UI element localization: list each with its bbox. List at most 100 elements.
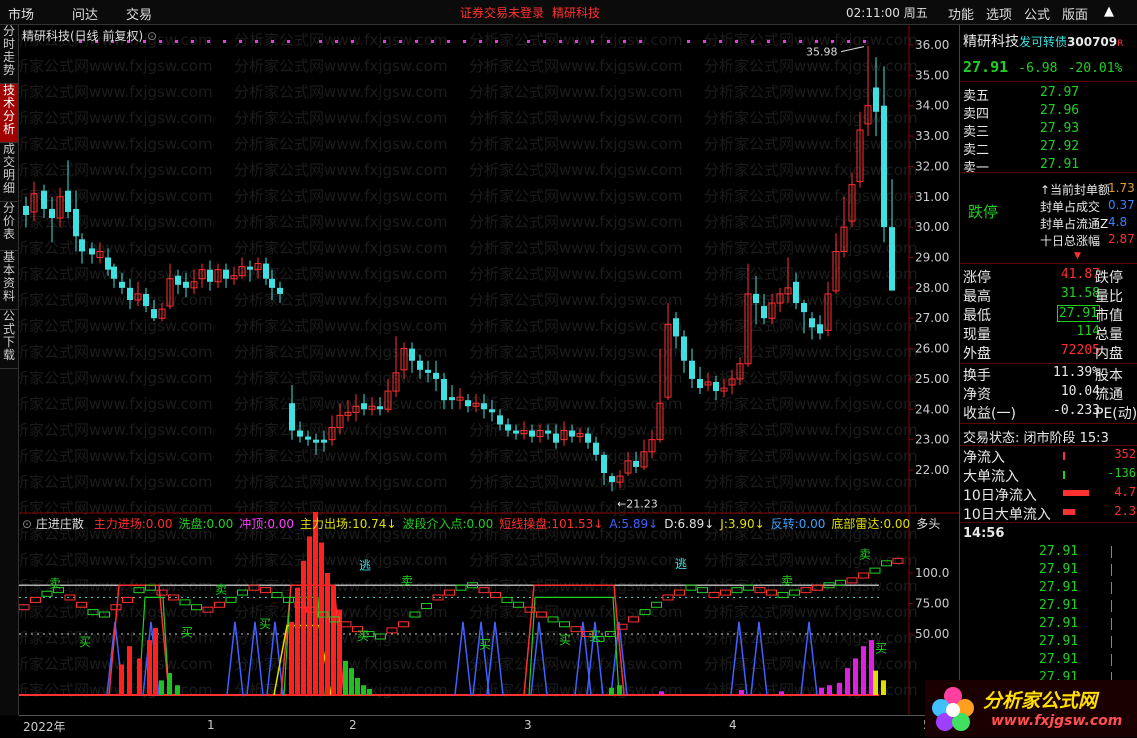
buy-signal: 买 — [875, 641, 887, 655]
price-axis-label: 28.00 — [915, 281, 949, 295]
sell-signal: 卖 — [49, 577, 61, 591]
menu-layout[interactable]: 版面 — [1062, 4, 1088, 23]
menu-market[interactable]: 市场 — [8, 4, 34, 23]
chart-menu-icon[interactable]: ⊙ — [147, 29, 157, 43]
stock-name: 精研科技发可转债300709R — [963, 31, 1123, 51]
watermark-text: 分析家公式网www.fxjgsw.com — [234, 239, 448, 257]
candle-body-down — [713, 382, 719, 391]
stat-row: 最高 31.58 量比 — [963, 286, 1137, 306]
menu-options[interactable]: 选项 — [986, 4, 1012, 23]
tab-intraday[interactable]: 分时走势 — [0, 25, 18, 84]
watermark-text: 分析家公式网www.fxjgsw.com — [469, 551, 683, 569]
indicator-value: 洗盘:0.00 — [179, 517, 234, 531]
login-notice[interactable]: 证券交易未登录 — [460, 4, 544, 21]
signal-dot — [767, 40, 770, 43]
signal-dot — [543, 40, 546, 43]
tab-basic-info[interactable]: 基本资料 — [0, 251, 18, 310]
candle-body-down — [175, 276, 181, 285]
signal-dot — [735, 40, 738, 43]
ask-row[interactable]: 卖四 27.96 — [963, 103, 1133, 122]
candle-body-down — [277, 288, 283, 294]
wash-bar — [361, 685, 366, 695]
watermark-text: 分析家公式网www.fxjgsw.com — [234, 57, 448, 75]
tab-technical[interactable]: 技术分析 — [0, 84, 18, 143]
candlestick-chart[interactable]: 分析家公式网www.fxjgsw.com 分析家公式网www.fxjgsw.com… — [19, 25, 959, 715]
indicator-menu-icon[interactable]: ⊙ — [22, 517, 32, 531]
indicator-value: 短线操盘:101.53↓ — [499, 517, 603, 531]
watermark-text: 分析家公式网www.fxjgsw.com — [704, 447, 918, 465]
tab-price-table[interactable]: 分价表 — [0, 202, 18, 251]
top-bar — [845, 668, 850, 695]
price-axis-label: 24.00 — [915, 402, 949, 416]
expand-icon[interactable]: ▼ — [1074, 251, 1081, 261]
x-label-month: 1 — [207, 718, 215, 732]
buy-signal: 买 — [559, 633, 571, 647]
menu-formula[interactable]: 公式 — [1024, 4, 1050, 23]
sell-signal: 卖 — [859, 547, 871, 561]
last-price: 27.91 — [963, 58, 1008, 76]
candle-body-down — [545, 431, 551, 434]
ask-row[interactable]: 卖三 27.93 — [963, 121, 1133, 140]
price-axis-label: 35.00 — [915, 68, 949, 82]
wash-bar — [167, 673, 172, 695]
signal-dot — [447, 40, 450, 43]
candle-body-down — [79, 239, 85, 251]
wash-bar — [617, 685, 622, 695]
x-label-year: 2022年 — [23, 718, 66, 735]
candle-body-down — [809, 318, 815, 327]
watermark-text: 分析家公式网www.fxjgsw.com — [19, 291, 213, 309]
watermark-text: 分析家公式网www.fxjgsw.com — [234, 135, 448, 153]
candle-body-down — [207, 270, 213, 282]
candle-body-down — [761, 306, 767, 318]
menu-trade[interactable]: 交易 — [126, 4, 152, 23]
signal-dot — [623, 40, 626, 43]
top-bar — [819, 688, 824, 695]
seal-row: 十日总涨幅 2.87 — [1040, 232, 1100, 249]
watermark-text: 分析家公式网www.fxjgsw.com — [19, 135, 213, 153]
high-mark-label: 35.98 — [806, 46, 838, 59]
trade-status: 交易状态: 闭市阶段 15:3 — [963, 427, 1109, 446]
candle-body-down — [881, 106, 887, 227]
signal-dot — [591, 40, 594, 43]
candle-body-down — [569, 431, 575, 437]
tab-trades[interactable]: 成交明细 — [0, 143, 18, 202]
indicator-value: 底部雷达:0.00 — [831, 517, 910, 531]
ask-row[interactable]: 卖二 27.92 — [963, 139, 1133, 158]
ask-row[interactable]: 卖一 27.91 — [963, 157, 1133, 176]
watermark-text: 分析家公式网www.fxjgsw.com — [704, 291, 918, 309]
buy-signal: 买 — [79, 635, 91, 649]
signal-dot — [271, 40, 274, 43]
watermark-text: 分析家公式网www.fxjgsw.com — [469, 213, 683, 231]
watermark-text: 分析家公式网www.fxjgsw.com — [469, 317, 683, 335]
watermark-text: 分析家公式网www.fxjgsw.com — [19, 447, 213, 465]
collapse-icon[interactable]: ▲ — [1104, 4, 1114, 19]
signal-dot — [575, 40, 578, 43]
signal-dot — [863, 40, 866, 43]
watermark-text: 分析家公式网www.fxjgsw.com — [19, 395, 213, 413]
watermark-text: 分析家公式网www.fxjgsw.com — [19, 239, 213, 257]
watermark-text: 分析家公式网www.fxjgsw.com — [469, 473, 683, 491]
candle-body-down — [119, 282, 125, 288]
candle-body-down — [449, 397, 455, 400]
candle-body-down — [305, 437, 311, 440]
candle-body-down — [817, 324, 823, 333]
watermark-text: 分析家公式网www.fxjgsw.com — [19, 369, 213, 387]
price-axis-label: 34.00 — [915, 99, 949, 113]
candle-body-down — [223, 270, 229, 279]
sell-signal: 卖 — [401, 574, 413, 588]
wash-bar — [349, 668, 354, 695]
menu-function[interactable]: 功能 — [948, 4, 974, 23]
watermark-text: 分析家公式网www.fxjgsw.com — [234, 161, 448, 179]
chart-area[interactable]: 分析家公式网www.fxjgsw.com 分析家公式网www.fxjgsw.com… — [19, 25, 959, 715]
menu-wenda[interactable]: 问达 — [72, 4, 98, 23]
candle-body-down — [489, 409, 495, 412]
force-bar — [119, 665, 124, 696]
candle-body-down — [151, 309, 157, 318]
ask-row[interactable]: 卖五 27.97 — [963, 85, 1133, 104]
chart-title: 精研科技(日线 前复权) ⊙ — [22, 27, 157, 44]
tab-formula-download[interactable]: 公式下载 — [0, 310, 18, 369]
stock-notice[interactable]: 精研科技 — [552, 4, 600, 21]
indicator-value: A:5.89↓ — [609, 517, 658, 531]
price-line: 27.91 -6.98 -20.01% — [963, 58, 1122, 76]
watermark-text: 分析家公式网www.fxjgsw.com — [469, 187, 683, 205]
